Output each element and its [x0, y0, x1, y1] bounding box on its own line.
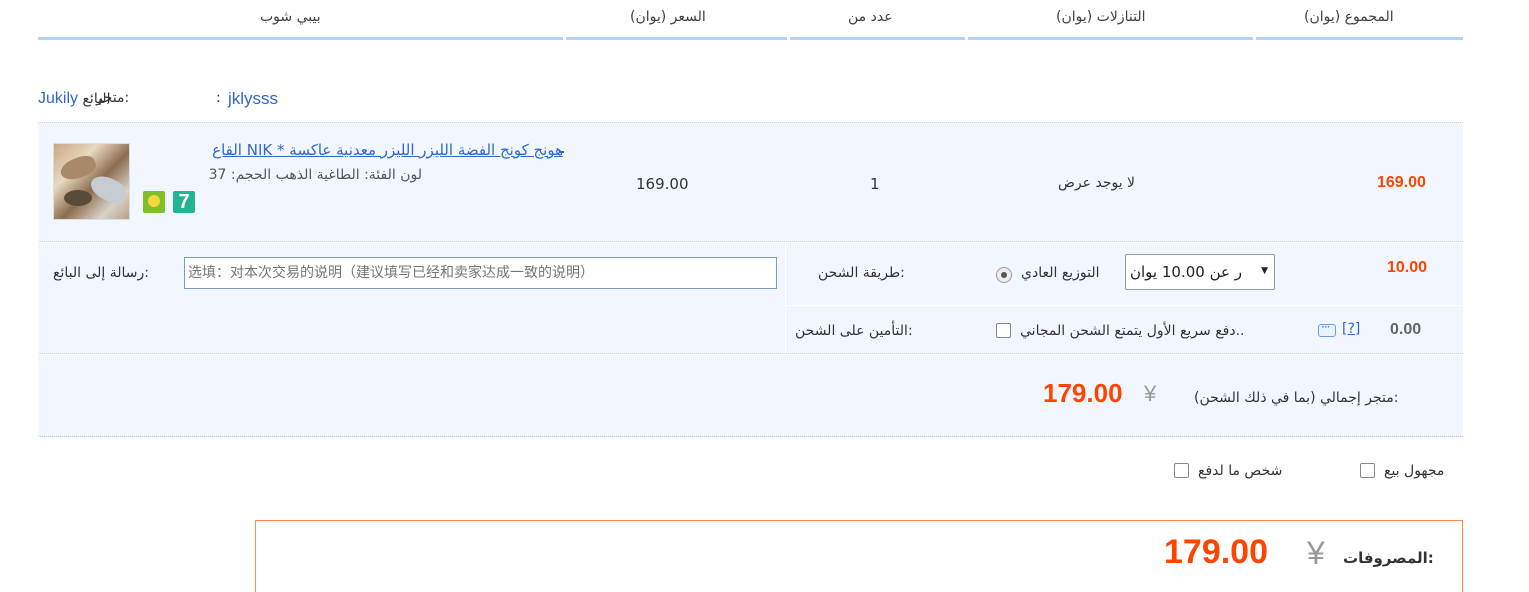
- product-thumbnail[interactable]: [53, 143, 130, 220]
- store-label-text: متجر:: [96, 90, 130, 106]
- header-qty-label: عدد من: [848, 9, 893, 25]
- header-price-label: (السعر (يوان: [630, 9, 706, 25]
- store-name-link[interactable]: jklysss: [228, 89, 278, 109]
- product-properties: لون الفئة: الطاغية الذهب الحجم: 37: [208, 167, 422, 183]
- grand-total-box: المصروفات: ¥ 179.00: [255, 520, 1463, 592]
- anonymous-purchase-label: مجهول بيع: [1384, 463, 1445, 479]
- seller-name-link[interactable]: Jukily: [38, 90, 78, 107]
- header-total-label: (المجموع (يوان: [1304, 9, 1394, 25]
- store-colon: :: [216, 90, 221, 106]
- header-col-total: (المجموع (يوان: [1256, 0, 1463, 40]
- grand-total-label: المصروفات:: [1343, 549, 1434, 567]
- item-subtotal: 169.00: [1377, 174, 1426, 191]
- thumbnail-shoe-shape: [64, 190, 92, 206]
- insurance-fee: 0.00: [1390, 321, 1422, 338]
- shipping-insurance-text: دفع سريع الأول يتمتع الشحن المجاني..: [1020, 323, 1245, 339]
- shipping-select[interactable]: ر عن 10.00 يوان ▼: [1125, 254, 1275, 290]
- order-table-header: بيبي شوب (السعر (يوان عدد من (التنازلات …: [38, 0, 1463, 40]
- shipping-radio[interactable]: [996, 267, 1012, 283]
- header-col-price: (السعر (يوان: [566, 0, 787, 40]
- pay-for-me-label: شخص ما لدفع: [1198, 463, 1283, 479]
- item-quantity: 1: [870, 175, 880, 193]
- store-total: متجر إجمالي (بما في ذلك الشحن): ¥ 179.00: [38, 355, 1463, 437]
- anonymous-purchase-checkbox[interactable]: [1360, 463, 1375, 478]
- item-promotion: لا يوجد عرض: [1058, 175, 1136, 191]
- grand-total-amount: 179.00: [1164, 533, 1268, 571]
- insurance-help-link[interactable]: [?]: [1342, 321, 1360, 337]
- store-total-amount: 179.00: [1043, 378, 1123, 408]
- shipping-insurance-label: التأمين على الشحن:: [795, 323, 913, 339]
- cart-item-row: هونج كونج الفضة الليزر الليزر معدنية عاك…: [38, 122, 1463, 242]
- grand-total-currency: ¥: [1307, 535, 1325, 571]
- header-col-item: بيبي شوب: [38, 0, 563, 40]
- message-to-seller-input[interactable]: [184, 257, 777, 289]
- title-ellipsis-mark: [560, 151, 564, 153]
- product-title-link[interactable]: هونج كونج الفضة الليزر الليزر معدنية عاك…: [143, 141, 563, 159]
- chevron-down-icon: ▼: [1261, 266, 1268, 276]
- header-col-discount: (التنازلات (يوان: [968, 0, 1253, 40]
- shipping-fee: 10.00: [1387, 259, 1428, 276]
- shipping-select-value: ر عن 10.00 يوان: [1130, 263, 1242, 281]
- header-discount-label: (التنازلات (يوان: [1056, 9, 1146, 25]
- thumbnail-shoe-shape: [87, 171, 129, 207]
- message-to-seller-label: رسالة إلى البائع:: [53, 265, 149, 281]
- header-col-quantity: عدد من: [790, 0, 965, 40]
- pay-for-me-checkbox[interactable]: [1174, 463, 1189, 478]
- shipping-option-label: التوزيع العادي: [1021, 265, 1100, 281]
- store-total-label: متجر إجمالي (بما في ذلك الشحن):: [1194, 390, 1399, 406]
- seven-day-return-icon[interactable]: 7: [173, 191, 195, 213]
- chat-icon[interactable]: [1318, 320, 1336, 337]
- item-price: 169.00: [636, 175, 689, 193]
- header-item-label: بيبي شوب: [260, 9, 321, 25]
- store-total-currency: ¥: [1144, 381, 1157, 406]
- shipping-method-label: طريقة الشحن:: [818, 265, 905, 281]
- options-divider: [785, 305, 1463, 306]
- shipping-insurance-checkbox[interactable]: [996, 323, 1011, 338]
- options-divider: [785, 243, 786, 354]
- order-options: رسالة إلى البائع: طريقة الشحن: التوزيع ا…: [38, 243, 1463, 354]
- consumer-protection-icon[interactable]: [143, 191, 165, 213]
